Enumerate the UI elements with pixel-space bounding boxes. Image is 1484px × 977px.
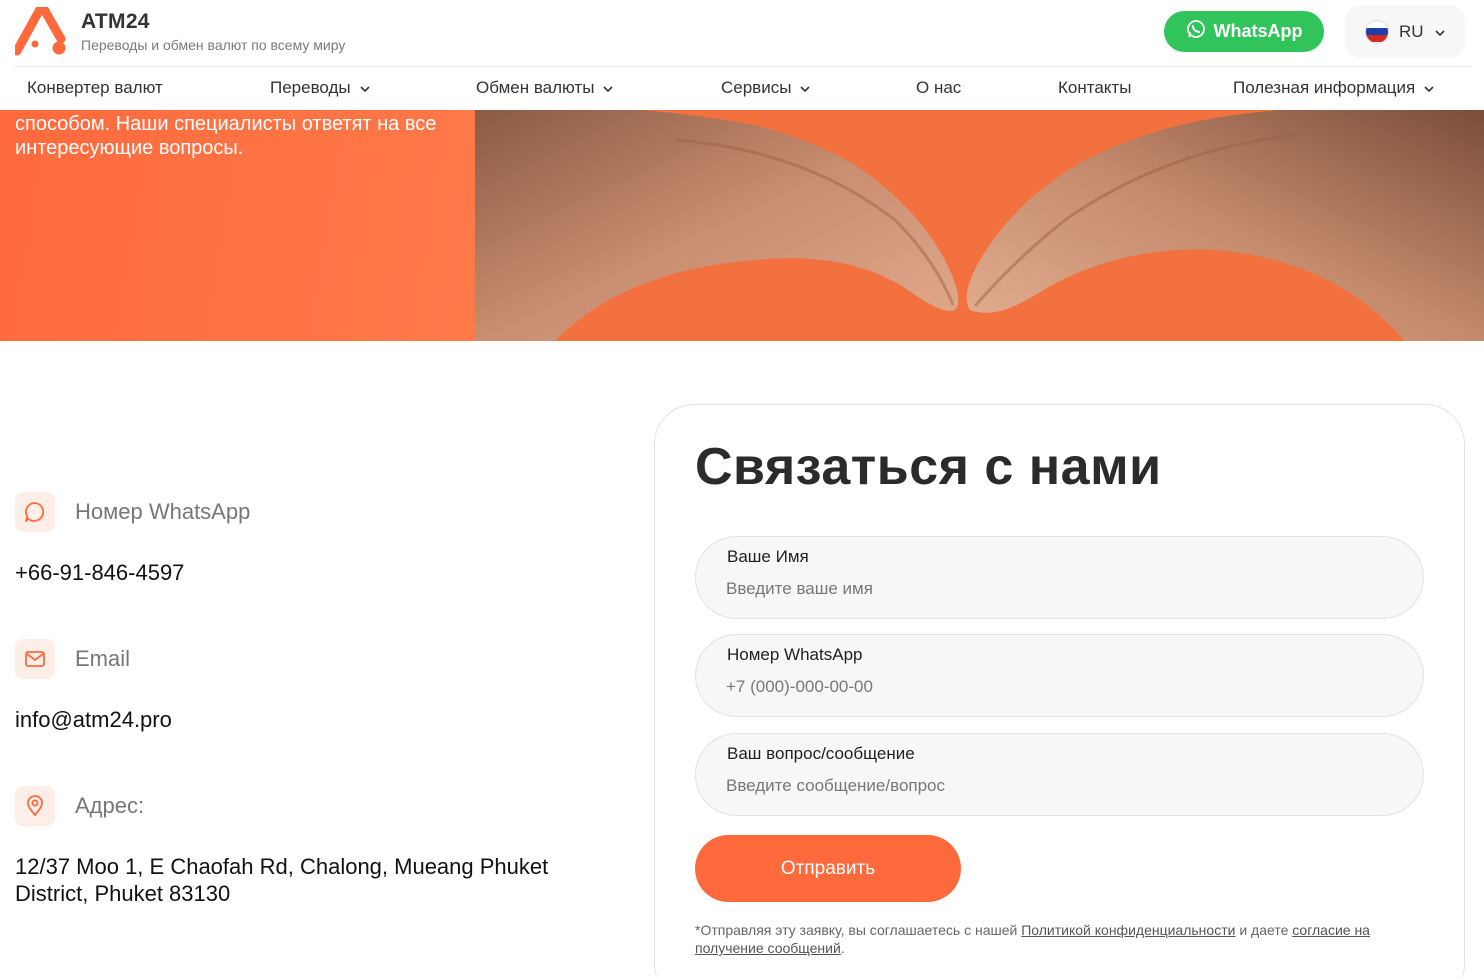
header-divider (15, 66, 1469, 67)
contact-whatsapp: Номер WhatsApp +66-91-846-4597 (15, 492, 250, 586)
consent-middle: и даете (1235, 922, 1293, 938)
language-label: RU (1399, 21, 1424, 41)
chevron-down-icon (602, 78, 614, 98)
consent-text: *Отправляя эту заявку, вы соглашаетесь с… (695, 921, 1425, 957)
hero-text: способом. Наши специалисты ответят на вс… (15, 112, 465, 160)
nav-label: Переводы (270, 78, 351, 97)
nav-item-services[interactable]: Сервисы (721, 78, 811, 98)
submit-button[interactable]: Отправить (695, 835, 961, 902)
chevron-down-icon (359, 78, 371, 98)
consent-prefix: *Отправляя эту заявку, вы соглашаетесь с… (695, 922, 1022, 938)
nav-item-about[interactable]: О нас (916, 78, 961, 98)
field-label: Ваш вопрос/сообщение (727, 744, 915, 763)
chat-icon (15, 492, 55, 532)
chevron-down-icon (799, 78, 811, 98)
site-header: ATM24 Переводы и обмен валют по всему ми… (0, 0, 1484, 110)
hero-banner: способом. Наши специалисты ответят на вс… (0, 110, 1484, 341)
chevron-down-icon (1434, 22, 1446, 42)
whatsapp-input[interactable] (726, 677, 1386, 697)
address-text: 12/37 Moo 1, E Chaofah Rd, Chalong, Muea… (15, 854, 549, 906)
name-field[interactable]: Ваше Имя (695, 536, 1424, 619)
hero-text-line: способом. Наши специалисты ответят на вс… (15, 113, 437, 135)
whatsapp-button[interactable]: WhatsApp (1164, 11, 1324, 52)
contact-form-card: Связаться с нами Ваше Имя Номер WhatsApp… (654, 404, 1465, 977)
nav-item-transfers[interactable]: Переводы (270, 78, 371, 98)
location-pin-icon (15, 786, 55, 826)
whatsapp-icon (1186, 19, 1206, 44)
email-link[interactable]: info@atm24.pro (15, 706, 172, 733)
nav-label: Конвертер валют (27, 78, 163, 97)
nav-label: Контакты (1058, 78, 1132, 97)
nav-item-useful-info[interactable]: Полезная информация (1233, 78, 1435, 98)
whatsapp-field[interactable]: Номер WhatsApp (695, 634, 1424, 717)
contact-label: Адрес: (75, 793, 145, 818)
brand[interactable]: ATM24 Переводы и обмен валют по всему ми… (12, 4, 346, 57)
atm24-logo (12, 4, 69, 57)
contact-label: Email (75, 646, 131, 671)
nav-label: Полезная информация (1233, 78, 1416, 97)
nav-item-exchange[interactable]: Обмен валюты (476, 78, 614, 98)
nav-item-contacts[interactable]: Контакты (1058, 78, 1131, 98)
contact-label: Номер WhatsApp (75, 499, 251, 524)
form-title: Связаться с нами (695, 438, 1162, 496)
whatsapp-button-label: WhatsApp (1213, 21, 1303, 41)
field-label: Номер WhatsApp (727, 645, 863, 664)
privacy-policy-link[interactable]: Политикой конфиденциальности (1021, 922, 1235, 938)
name-input[interactable] (726, 579, 1386, 599)
message-input[interactable] (726, 776, 1386, 796)
message-field[interactable]: Ваш вопрос/сообщение (695, 733, 1424, 816)
language-selector[interactable]: RU (1345, 5, 1465, 58)
mail-icon (15, 639, 55, 679)
nav-item-converter[interactable]: Конвертер валют (27, 78, 163, 98)
brand-tagline: Переводы и обмен валют по всему миру (81, 37, 346, 53)
nav-label: Сервисы (721, 78, 792, 97)
russia-flag-icon (1365, 19, 1389, 44)
hero-text-line: интересующие вопросы. (15, 137, 244, 159)
brand-name: ATM24 (81, 10, 150, 33)
contact-email: Email info@atm24.pro (15, 639, 172, 733)
contact-address: Адрес: 12/37 Moo 1, E Chaofah Rd, Chalon… (15, 786, 615, 907)
whatsapp-number-link[interactable]: +66-91-846-4597 (15, 559, 250, 586)
heart-hands-photo (475, 110, 1484, 341)
nav-label: Обмен валюты (476, 78, 595, 97)
main-nav: Конвертер валют Переводы Обмен валюты Се… (0, 78, 1484, 102)
consent-suffix: . (840, 940, 845, 956)
nav-label: О нас (916, 78, 962, 97)
chevron-down-icon (1423, 78, 1435, 98)
field-label: Ваше Имя (727, 547, 809, 566)
